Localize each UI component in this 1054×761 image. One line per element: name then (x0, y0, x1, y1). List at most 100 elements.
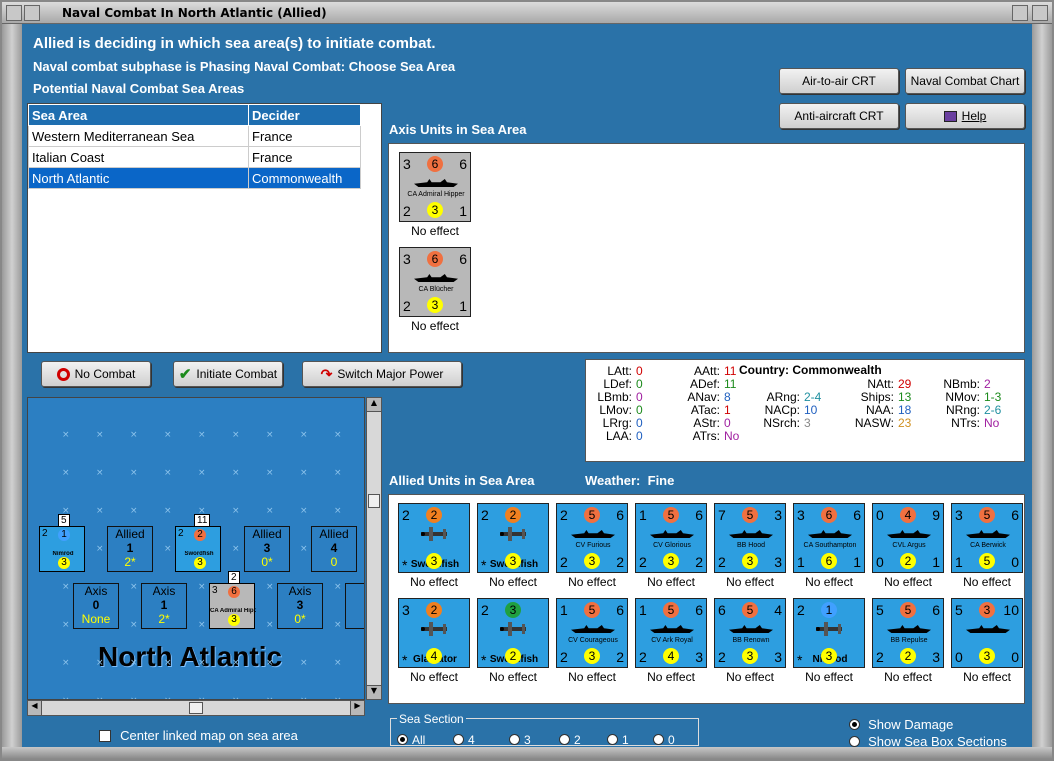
center-map-checkbox[interactable]: Center linked map on sea area (99, 725, 298, 744)
unit-counter[interactable]: 1 5 6 CV Glorious 2 3 2 (635, 503, 707, 573)
initiate-combat-button[interactable]: ✔ Initiate Combat (173, 361, 283, 387)
unit-bottom-right-value: 3 (774, 649, 782, 665)
switch-major-power-button[interactable]: ↷ Switch Major Power (302, 361, 462, 387)
show-sections-option[interactable]: Show Sea Box Sections (849, 731, 1007, 750)
sea-section-option[interactable]: 2 (559, 729, 581, 748)
unit-counter[interactable]: 3 6 6 CA Admiral Hipper 2 3 1 (399, 152, 471, 222)
window-title: Naval Combat In North Atlantic (Allied) (62, 6, 327, 20)
unit-effect: No effect (726, 575, 774, 589)
col-header-decider[interactable]: Decider (248, 104, 361, 126)
sea-box[interactable]: Allied 4 0 (311, 526, 357, 572)
unit-counter[interactable]: 3 5 6 CA Berwick 1 5 0 (951, 503, 1023, 573)
stat-value: 18 (898, 403, 912, 417)
sea-box[interactable]: Axis 0 None (73, 583, 119, 629)
unit-stack[interactable]: 11 2 2 Swordfish 3 (175, 514, 221, 572)
scroll-left-icon[interactable]: ◀ (28, 701, 42, 715)
sea-box-side: Axis (288, 584, 312, 598)
sea-section-option[interactable]: All (397, 729, 425, 748)
sea-box[interactable]: Axis 1 2* (141, 583, 187, 629)
unit-top-center-value: 5 (584, 507, 600, 523)
map-vertical-scrollbar[interactable]: ▲ ▼ (366, 397, 382, 700)
status-line: Allied is deciding in which sea area(s) … (33, 35, 436, 52)
naval-combat-chart-button[interactable]: Naval Combat Chart (905, 68, 1025, 94)
unit-counter[interactable]: 32Gladiator*4 (398, 598, 470, 668)
stat-item: AStr: 0 (674, 416, 730, 430)
sea-box[interactable]: Allied 3 0* (244, 526, 290, 572)
minimize-icon[interactable] (24, 5, 40, 21)
sea-area-cell: North Atlantic (28, 167, 249, 189)
scroll-thumb[interactable] (368, 494, 380, 508)
sea-box-sub: None (81, 612, 111, 626)
unit-top-left-value: 2 (481, 507, 489, 523)
table-row[interactable]: Italian Coast France (28, 146, 361, 168)
sea-box[interactable]: A (345, 583, 364, 629)
no-combat-button[interactable]: No Combat (41, 361, 151, 387)
unit-counter[interactable]: 1 5 6 CV Courageous 2 3 2 (556, 598, 628, 668)
unit-counter[interactable]: 22Swordfish*3 (398, 503, 470, 573)
radio-show-sections[interactable] (849, 736, 860, 747)
unit-bottom-center-value: 3 (427, 297, 443, 313)
radio-1[interactable] (607, 734, 618, 745)
scroll-right-icon[interactable]: ▶ (350, 701, 364, 715)
sea-section-option[interactable]: 4 (453, 729, 475, 748)
sea-section-option[interactable]: 0 (653, 729, 675, 748)
unit-stack[interactable]: 5 2 1 Nimrod 3 (39, 514, 85, 572)
scroll-up-icon[interactable]: ▲ (367, 398, 381, 412)
unit-counter[interactable]: 5 3 10 0 3 0 (951, 598, 1023, 668)
stat-key: LAtt: (607, 364, 632, 378)
unit-stack[interactable]: 236CA Admiral Hipper3 (209, 571, 256, 629)
unit-counter[interactable]: 0 4 9 CVL Argus 0 2 1 (872, 503, 944, 573)
col-header-sea-area[interactable]: Sea Area (28, 104, 249, 126)
stat-key: LBmb: (597, 390, 632, 404)
unit-bottom-left-value: 2 (639, 554, 647, 570)
sea-box[interactable]: Axis 3 0* (277, 583, 323, 629)
checkbox-box[interactable] (99, 729, 111, 742)
unit-counter[interactable]: 3 6 6 CA Blücher 2 3 1 (399, 247, 471, 317)
unit-counter[interactable]: 6 5 4 BB Renown 2 3 3 (714, 598, 786, 668)
air-to-air-crt-button[interactable]: Air-to-air CRT (779, 68, 899, 94)
map-horizontal-scrollbar[interactable]: ◀ ▶ (27, 700, 365, 716)
table-row[interactable]: Western Mediterranean Sea France (28, 125, 361, 147)
radio-show-damage[interactable] (849, 719, 860, 730)
unit-top-left-value: 3 (403, 251, 411, 267)
close-icon[interactable] (1032, 5, 1048, 21)
unit-counter[interactable]: 23Swordfish*2 (477, 598, 549, 668)
stat-key: NTrs: (951, 416, 980, 430)
stat-value: 3 (804, 416, 811, 430)
unit-counter[interactable]: 3 6 6 CA Southampton 1 6 1 (793, 503, 865, 573)
unit-counter[interactable]: 5 5 6 BB Repulse 2 2 3 (872, 598, 944, 668)
help-button[interactable]: Help (905, 103, 1025, 129)
radio-3[interactable] (509, 734, 520, 745)
unit-effect: No effect (489, 575, 537, 589)
unit-counter[interactable]: 2 5 6 CV Furious 2 3 2 (556, 503, 628, 573)
stat-value: 2-6 (984, 403, 1002, 417)
sea-box[interactable]: Allied 1 2* (107, 526, 153, 572)
unit-top-center-value: 5 (663, 507, 679, 523)
scroll-thumb[interactable] (189, 702, 203, 714)
unit-counter[interactable]: 21Nimrod*3 (793, 598, 865, 668)
sea-section-option[interactable]: 3 (509, 729, 531, 748)
unit-counter[interactable]: 7 5 3 BB Hood 2 3 3 (714, 503, 786, 573)
unit-top-center-value: 5 (663, 602, 679, 618)
radio-All[interactable] (397, 734, 408, 745)
unit-effect: No effect (884, 575, 932, 589)
stat-value: No (984, 416, 1000, 430)
sea-area-map[interactable]: North Atlantic × × × × × × × × × × × × × × × × × × × × × × × × ×… (27, 397, 365, 700)
unit-top-left-value: 2 (402, 507, 410, 523)
maximize-icon[interactable] (1012, 5, 1028, 21)
unit-counter[interactable]: 22Swordfish*3 (477, 503, 549, 573)
table-row-selected[interactable]: North Atlantic Commonwealth (28, 167, 361, 189)
stat-key: Ships: (860, 390, 894, 404)
stat-item: ADef: 11 (674, 377, 736, 391)
sea-section-option[interactable]: 1 (607, 729, 629, 748)
anti-aircraft-crt-button[interactable]: Anti-aircraft CRT (779, 103, 899, 129)
radio-2[interactable] (559, 734, 570, 745)
unit-counter[interactable]: 1 5 6 CV Ark Royal 2 4 3 (635, 598, 707, 668)
initiate-combat-label: Initiate Combat (196, 367, 278, 381)
radio-0[interactable] (653, 734, 664, 745)
unit-top-right-value: 6 (695, 507, 703, 523)
radio-4[interactable] (453, 734, 464, 745)
system-menu-icon[interactable] (6, 5, 22, 21)
scroll-down-icon[interactable]: ▼ (367, 685, 381, 699)
stat-value: 1-3 (984, 390, 1002, 404)
